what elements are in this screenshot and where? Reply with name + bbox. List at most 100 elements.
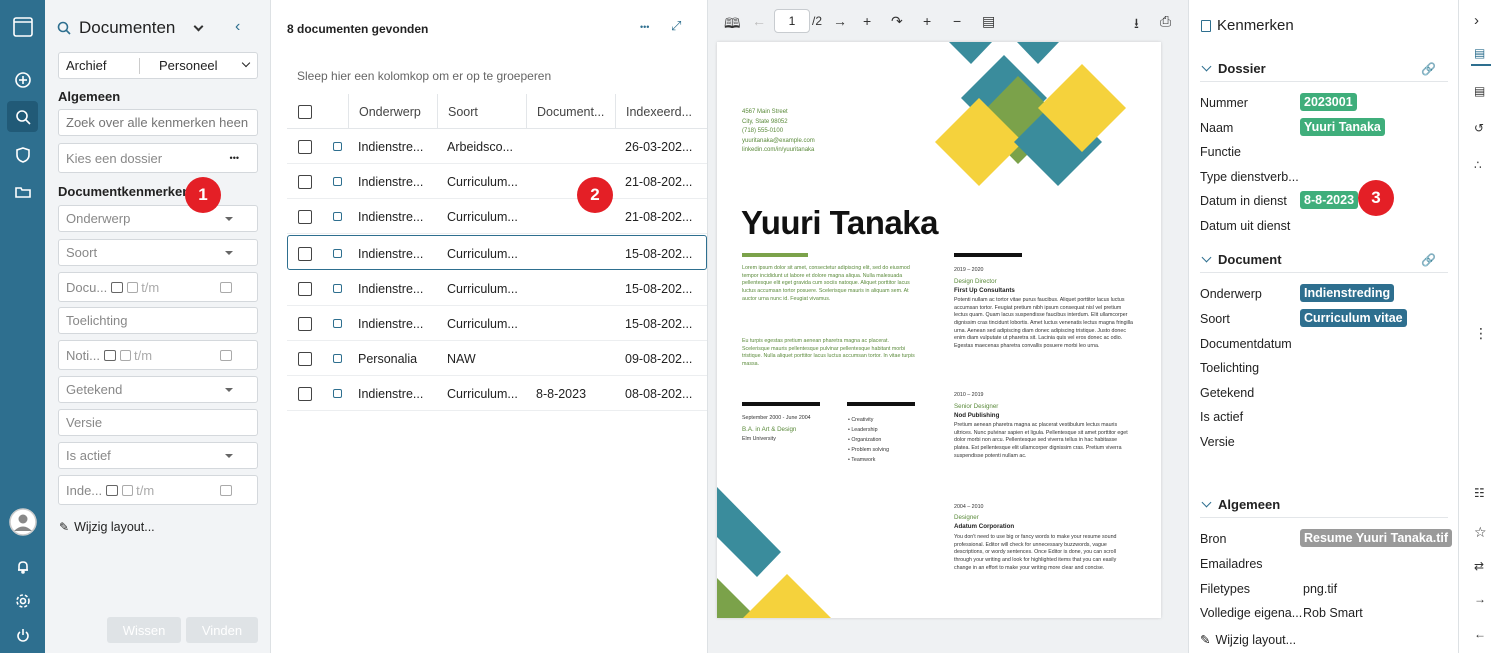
calendar-icon[interactable] <box>111 281 124 293</box>
chevron-right-icon[interactable]: › <box>1474 12 1479 29</box>
clear-button[interactable]: Wissen <box>107 617 181 643</box>
edit-layout-link[interactable]: ✎ Wijzig layout... <box>59 520 155 534</box>
prop-value: 2023001 <box>1300 93 1357 111</box>
dossier-select[interactable]: Kies een dossier ••• <box>58 143 258 173</box>
calendar-icon[interactable] <box>220 349 232 361</box>
dossier-section-header[interactable]: Dossier 🔗 <box>1200 56 1448 82</box>
row-checkbox[interactable] <box>298 281 312 296</box>
calendar-icon[interactable] <box>106 484 119 496</box>
collapse-panel-icon[interactable]: ‹ <box>235 18 240 36</box>
find-button[interactable]: Vinden <box>186 617 258 643</box>
link-icon[interactable]: 🔗 <box>1421 62 1436 76</box>
document-section-header[interactable]: Document 🔗 <box>1200 247 1448 273</box>
prop-label: Type dienstverb... <box>1200 170 1299 184</box>
documentdatum-range[interactable]: Docu... t/m <box>58 272 258 302</box>
checkbox[interactable] <box>119 349 131 361</box>
shield-icon[interactable] <box>7 139 38 170</box>
general-section-header[interactable]: Algemeen <box>1200 492 1448 518</box>
cell-docdate <box>536 341 616 376</box>
arrow-left-icon[interactable]: ← <box>1474 627 1486 641</box>
next-page-icon[interactable]: → <box>833 13 847 29</box>
sync-icon[interactable]: ⇄ <box>1474 559 1484 573</box>
download-icon[interactable]: ⭳ <box>1134 13 1139 37</box>
prop-label: Datum in dienst <box>1200 194 1287 208</box>
search-icon[interactable] <box>7 101 38 132</box>
page-view-icon[interactable]: ▤ <box>982 13 995 30</box>
column-header[interactable]: Indexeerd... <box>615 94 707 129</box>
table-row[interactable]: Indienstre... Arbeidsco... 26-03-202... <box>287 129 707 164</box>
chevron-down-icon[interactable] <box>193 21 204 31</box>
prev-page-icon[interactable]: ← <box>752 13 766 29</box>
cell-indexdate: 26-03-202... <box>625 139 693 154</box>
edu-degree: B.A. in Art & Design <box>742 426 797 433</box>
search-input[interactable] <box>58 109 258 136</box>
more-vertical-icon[interactable]: ⋮ <box>1474 325 1488 342</box>
calendar-icon[interactable] <box>220 484 232 496</box>
archive-select[interactable]: Archief Personeel <box>58 52 258 79</box>
soort-select[interactable]: Soort <box>58 239 258 266</box>
expand-icon[interactable]: ⤢ <box>671 18 681 34</box>
calendar-icon[interactable] <box>220 281 232 293</box>
table-row[interactable]: Indienstre... Curriculum... 8-8-2023 08-… <box>287 376 707 411</box>
avatar[interactable] <box>7 506 38 537</box>
toelichting-field[interactable]: Toelichting <box>58 307 258 334</box>
checkbox[interactable] <box>122 484 134 496</box>
more-icon[interactable]: ••• <box>640 22 649 32</box>
range-to-label: t/m <box>141 279 160 295</box>
table-row[interactable]: Indienstre... Curriculum... 21-08-202... <box>287 164 707 199</box>
settings-icon[interactable] <box>7 585 38 616</box>
power-icon[interactable] <box>7 619 38 650</box>
workflow-icon[interactable]: ☷ <box>1474 486 1485 500</box>
arrow-right-icon[interactable]: → <box>1474 592 1486 606</box>
document-icon <box>333 177 342 186</box>
plus-icon[interactable]: + <box>923 13 931 29</box>
table-row[interactable]: Indienstre... Curriculum... 15-08-202... <box>287 306 707 341</box>
page-number-input[interactable]: 1 <box>774 9 810 33</box>
row-checkbox[interactable] <box>298 386 312 401</box>
zoom-in-icon[interactable]: + <box>863 13 871 29</box>
print-icon[interactable]: ⎙ <box>1160 13 1171 30</box>
column-header[interactable]: Document... <box>526 94 615 129</box>
calendar-icon[interactable] <box>103 349 116 361</box>
table-row[interactable]: Personalia NAW 09-08-202... <box>287 341 707 376</box>
table-row[interactable]: Indienstre... Curriculum... 15-08-202... <box>287 271 707 306</box>
row-checkbox[interactable] <box>298 351 312 366</box>
notitie-range[interactable]: Noti... t/m <box>58 340 258 370</box>
prop-value: png.tif <box>1303 582 1338 596</box>
row-checkbox[interactable] <box>298 209 312 224</box>
column-header[interactable]: Soort <box>437 94 526 129</box>
row-checkbox[interactable] <box>298 316 312 331</box>
dossier-placeholder: Kies een dossier <box>66 150 163 166</box>
share-icon[interactable]: ∴ <box>1474 158 1482 172</box>
notes-icon[interactable]: ▤ <box>1474 84 1485 98</box>
layout-icon[interactable] <box>7 11 38 42</box>
table-row-selected[interactable]: Indienstre... Curriculum... 15-08-202... <box>287 235 707 270</box>
indexeer-range[interactable]: Inde... t/m <box>58 475 258 505</box>
callout-badge-1: 1 <box>185 177 221 213</box>
onderwerp-select[interactable]: Onderwerp <box>58 205 258 232</box>
add-icon[interactable] <box>7 64 38 95</box>
rotate-icon[interactable]: ↷ <box>891 13 903 30</box>
panel-title: Documenten <box>79 18 176 37</box>
book-icon[interactable]: 🕮 <box>724 13 741 37</box>
link-icon[interactable]: 🔗 <box>1421 253 1436 267</box>
history-icon[interactable]: ↺ <box>1474 121 1484 135</box>
getekend-select[interactable]: Getekend <box>58 376 258 403</box>
bell-icon[interactable] <box>7 551 38 582</box>
document-icon <box>333 212 342 221</box>
star-icon[interactable]: ☆ <box>1474 524 1487 541</box>
folder-icon[interactable] <box>7 176 38 207</box>
more-icon[interactable]: ••• <box>230 153 239 163</box>
is-actief-select[interactable]: Is actief <box>58 442 258 469</box>
edit-layout-link[interactable]: ✎ Wijzig layout... <box>1200 632 1296 648</box>
app-rail <box>0 0 45 653</box>
minus-icon[interactable]: − <box>953 13 961 29</box>
table-row[interactable]: Indienstre... Curriculum... 21-08-202... <box>287 199 707 234</box>
row-checkbox[interactable] <box>298 246 312 261</box>
versie-field[interactable]: Versie <box>58 409 258 436</box>
row-checkbox[interactable] <box>298 139 312 154</box>
checkbox[interactable] <box>127 281 139 293</box>
properties-tab-icon[interactable]: ▤ <box>1474 46 1485 60</box>
select-all-checkbox[interactable] <box>298 94 312 129</box>
row-checkbox[interactable] <box>298 174 312 189</box>
